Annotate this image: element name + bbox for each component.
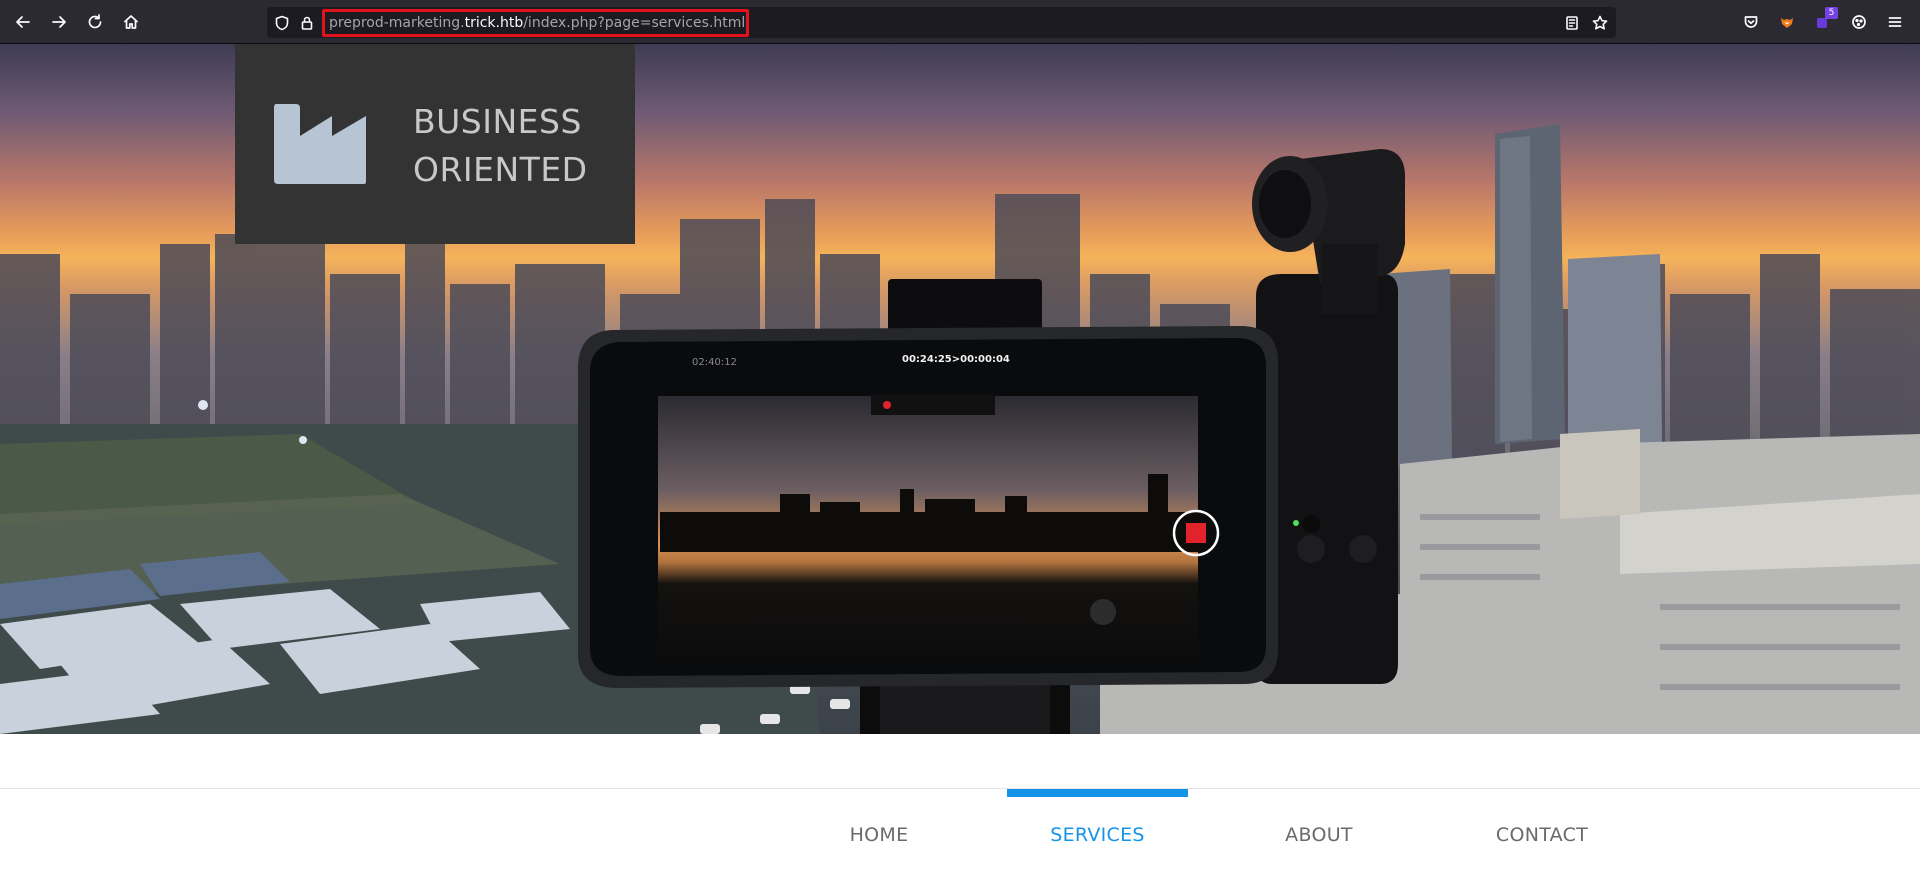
phone-battery-time: 02:40:12	[692, 357, 737, 368]
fox-extension-icon	[1781, 18, 1793, 28]
arrow-right-icon	[52, 16, 66, 28]
back-button[interactable]	[8, 7, 38, 37]
forward-button[interactable]	[44, 7, 74, 37]
extension-badge-button[interactable]: 5	[1808, 7, 1838, 37]
nav-item-contact[interactable]: CONTACT	[1462, 789, 1622, 869]
browser-toolbar: preprod-marketing.trick.htb/index.php?pa…	[0, 0, 1920, 44]
nav-item-services[interactable]: SERVICES	[1007, 789, 1188, 869]
reader-view-icon	[1565, 15, 1578, 30]
cookie-extension-icon	[1852, 15, 1866, 29]
star-icon	[1592, 15, 1607, 30]
brand-logo-box[interactable]: BUSINESS ORIENTED	[235, 44, 635, 244]
app-menu-button[interactable]	[1880, 7, 1910, 37]
nav-divider	[0, 788, 1920, 789]
pocket-button[interactable]	[1736, 7, 1766, 37]
extensions-menu-button[interactable]	[1844, 7, 1874, 37]
phone-rec-timer: 00:24:25>00:00:04	[902, 354, 1010, 365]
url-bar[interactable]: preprod-marketing.trick.htb/index.php?pa…	[267, 7, 1616, 38]
factory-icon	[274, 104, 366, 184]
home-icon	[124, 15, 138, 29]
arrow-left-icon	[16, 16, 30, 28]
hamburger-menu-icon	[1888, 17, 1902, 27]
nav-item-about[interactable]: ABOUT	[1239, 789, 1399, 869]
reload-button[interactable]	[80, 7, 110, 37]
nav-item-home[interactable]: HOME	[799, 789, 959, 869]
url-host: trick.htb	[464, 15, 524, 31]
shield-icon	[275, 15, 288, 30]
brand-name-line1: BUSINESS	[413, 102, 582, 141]
url-prefix: preprod-marketing.	[329, 15, 465, 31]
url-text[interactable]: preprod-marketing.trick.htb/index.php?pa…	[329, 13, 745, 33]
tracking-protection-button[interactable]	[273, 14, 290, 31]
bookmark-button[interactable]	[1591, 14, 1608, 31]
extension-badge-count: 5	[1825, 7, 1838, 19]
main-nav: HOME SERVICES ABOUT CONTACT	[0, 734, 1920, 869]
url-path: /index.php?page=services.html	[523, 15, 746, 31]
lock-icon	[301, 16, 312, 30]
reload-icon	[88, 14, 102, 29]
reader-view-button[interactable]	[1563, 14, 1580, 31]
site-info-button[interactable]	[298, 14, 315, 31]
extension-fox-button[interactable]	[1772, 7, 1802, 37]
brand-name-line2: ORIENTED	[413, 150, 588, 189]
pocket-icon	[1744, 16, 1758, 28]
home-button[interactable]	[116, 7, 146, 37]
